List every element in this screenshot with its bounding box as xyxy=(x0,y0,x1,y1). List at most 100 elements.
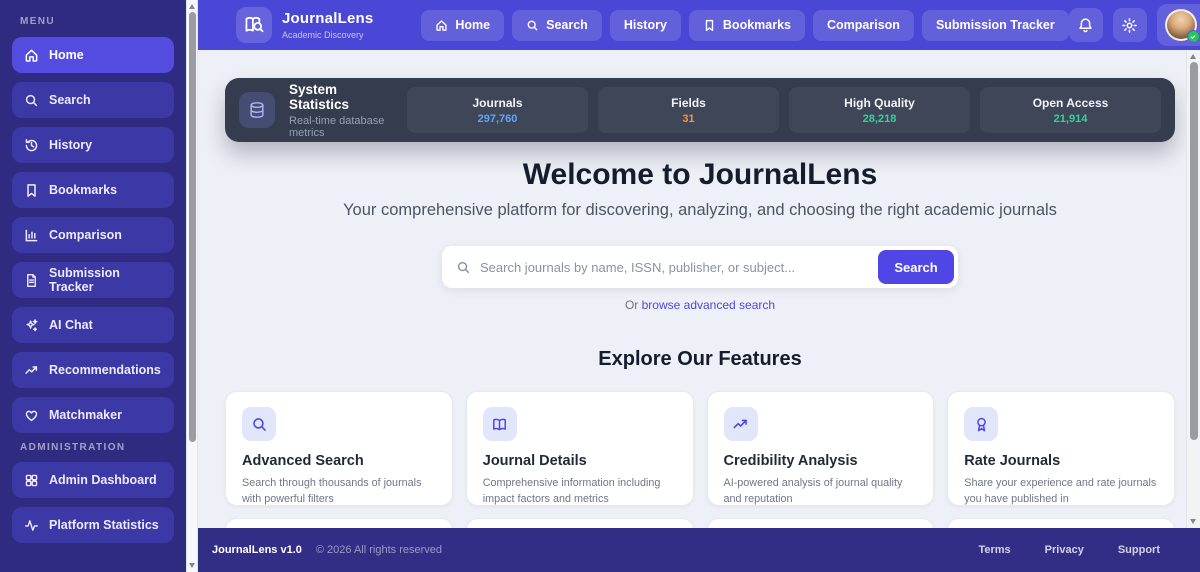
grid-icon xyxy=(24,473,39,488)
feature-card-credibility-analysis[interactable]: Credibility Analysis AI-powered analysis… xyxy=(706,391,935,506)
footer-link-support[interactable]: Support xyxy=(1118,544,1160,556)
nav-item-search[interactable]: Search xyxy=(512,9,602,41)
sidebar-item-label: Submission Tracker xyxy=(49,266,120,294)
sidebar-item-label: Comparison xyxy=(49,228,122,242)
footer-link-terms[interactable]: Terms xyxy=(978,544,1010,556)
topbar: JournalLens Academic Discovery Home Sear… xyxy=(198,0,1200,50)
database-icon xyxy=(239,92,275,128)
sidebar-item-history[interactable]: History xyxy=(12,127,174,163)
sidebar-item-ai-chat[interactable]: AI Chat xyxy=(12,307,174,343)
feature-card-rate-journals[interactable]: Rate Journals Share your experience and … xyxy=(947,391,1175,506)
page-subtitle: Your comprehensive platform for discover… xyxy=(343,201,1057,219)
scrollbar-thumb[interactable] xyxy=(189,12,196,442)
footer-copyright: © 2026 All rights reserved xyxy=(315,544,442,556)
activity-icon xyxy=(24,518,39,533)
bell-icon xyxy=(1077,17,1094,34)
content-scrollbar[interactable] xyxy=(1186,50,1200,528)
sidebar-item-label: AI Chat xyxy=(49,318,93,332)
sidebar-item-matchmaker[interactable]: Matchmaker xyxy=(12,397,174,433)
brand-title: JournalLens xyxy=(282,10,374,27)
search-icon xyxy=(24,93,39,108)
metric-value: 21,914 xyxy=(1053,112,1088,125)
advanced-search-row: Or browse advanced search xyxy=(225,298,1175,312)
sidebar-item-bookmarks[interactable]: Bookmarks xyxy=(12,172,174,208)
card-title: Journal Details xyxy=(482,453,587,469)
notifications-button[interactable] xyxy=(1068,8,1103,42)
sidebar-item-platform-statistics[interactable]: Platform Statistics xyxy=(12,507,174,543)
verified-badge-icon xyxy=(1186,30,1200,43)
sidebar: MENU Home Search History Bookmarks Compa… xyxy=(0,0,186,572)
scrollbar-thumb[interactable] xyxy=(1190,62,1198,440)
feature-card[interactable] xyxy=(225,518,453,528)
book-search-icon xyxy=(243,14,265,36)
features-title: Explore Our Features xyxy=(598,348,802,370)
card-description: Share your experience and rate journals … xyxy=(964,477,1157,506)
scroll-up-arrow[interactable] xyxy=(189,4,195,9)
nav-item-label: Home xyxy=(455,18,491,32)
topbar-actions: Omid ENT xyxy=(1068,4,1200,46)
metric-value: 31 xyxy=(682,112,695,125)
stats-title: System Statistics xyxy=(289,81,350,112)
advanced-search-link[interactable]: browse advanced search xyxy=(642,298,775,312)
scroll-up-arrow[interactable] xyxy=(1190,54,1196,59)
feature-card[interactable] xyxy=(706,518,935,528)
sidebar-item-label: Platform Statistics xyxy=(49,518,159,532)
footer-brand: JournalLens v1.0 xyxy=(212,544,302,556)
stats-subtitle: Real-time database metrics xyxy=(289,114,385,139)
feature-card-advanced-search[interactable]: Advanced Search Search through thousands… xyxy=(225,391,453,506)
brand: JournalLens Academic Discovery xyxy=(282,10,373,40)
nav-item-label: Bookmarks xyxy=(722,18,791,32)
feature-card-journal-details[interactable]: Journal Details Comprehensive informatio… xyxy=(465,391,694,506)
metric-label: Journals xyxy=(472,95,523,110)
sidebar-item-submission-tracker[interactable]: Submission Tracker xyxy=(12,262,174,298)
search-input[interactable] xyxy=(480,259,878,275)
feature-card[interactable] xyxy=(465,518,694,528)
nav-item-comparison[interactable]: Comparison xyxy=(813,9,914,41)
heart-icon xyxy=(24,408,39,423)
bookmark-icon xyxy=(703,19,716,32)
gear-icon xyxy=(1121,17,1138,34)
open-book-icon xyxy=(482,407,517,441)
sidebar-item-recommendations[interactable]: Recommendations xyxy=(12,352,174,388)
search-button[interactable]: Search xyxy=(878,250,954,284)
metric-open-access: Open Access 21,914 xyxy=(980,87,1161,133)
avatar xyxy=(1164,9,1200,43)
nav-item-label: History xyxy=(623,18,667,32)
sidebar-item-admin-dashboard[interactable]: Admin Dashboard xyxy=(12,462,174,498)
sidebar-admin-label: ADMINISTRATION xyxy=(20,442,126,453)
or-text: Or xyxy=(624,298,642,312)
home-icon xyxy=(24,48,39,63)
trending-up-icon xyxy=(723,407,758,441)
nav-item-bookmarks[interactable]: Bookmarks xyxy=(688,9,805,41)
sidebar-item-comparison[interactable]: Comparison xyxy=(12,217,174,253)
feature-card[interactable] xyxy=(947,518,1175,528)
nav-item-submission-tracker[interactable]: Submission Tracker xyxy=(921,9,1069,41)
page-scrollbar[interactable] xyxy=(186,0,198,572)
settings-button[interactable] xyxy=(1112,8,1147,42)
user-menu[interactable]: Omid ENT xyxy=(1156,4,1200,46)
footer: JournalLens v1.0 © 2026 All rights reser… xyxy=(198,528,1200,572)
search-icon xyxy=(242,407,276,441)
app-logo[interactable] xyxy=(236,7,272,43)
journal-search-bar: Search xyxy=(442,246,958,288)
sidebar-item-label: History xyxy=(49,138,93,152)
footer-link-privacy[interactable]: Privacy xyxy=(1045,544,1084,556)
metric-value: 297,760 xyxy=(477,112,518,125)
top-nav: Home Search History Bookmarks Comparison… xyxy=(421,9,1069,41)
nav-item-home[interactable]: Home xyxy=(421,9,505,41)
sidebar-item-home[interactable]: Home xyxy=(12,37,174,73)
page-title: Welcome to JournalLens xyxy=(522,158,878,191)
nav-item-label: Comparison xyxy=(827,18,900,32)
sparkles-icon xyxy=(24,318,39,333)
sidebar-item-label: Matchmaker xyxy=(49,408,122,422)
sidebar-item-search[interactable]: Search xyxy=(12,82,174,118)
scroll-down-arrow[interactable] xyxy=(189,563,195,568)
metric-label: Open Access xyxy=(1032,95,1109,110)
metric-fields: Fields 31 xyxy=(598,87,779,133)
metric-label: High Quality xyxy=(844,95,915,110)
search-icon xyxy=(526,19,539,32)
scroll-down-arrow[interactable] xyxy=(1190,519,1196,524)
document-icon xyxy=(24,273,39,288)
nav-item-history[interactable]: History xyxy=(609,9,681,41)
award-icon xyxy=(964,407,999,441)
